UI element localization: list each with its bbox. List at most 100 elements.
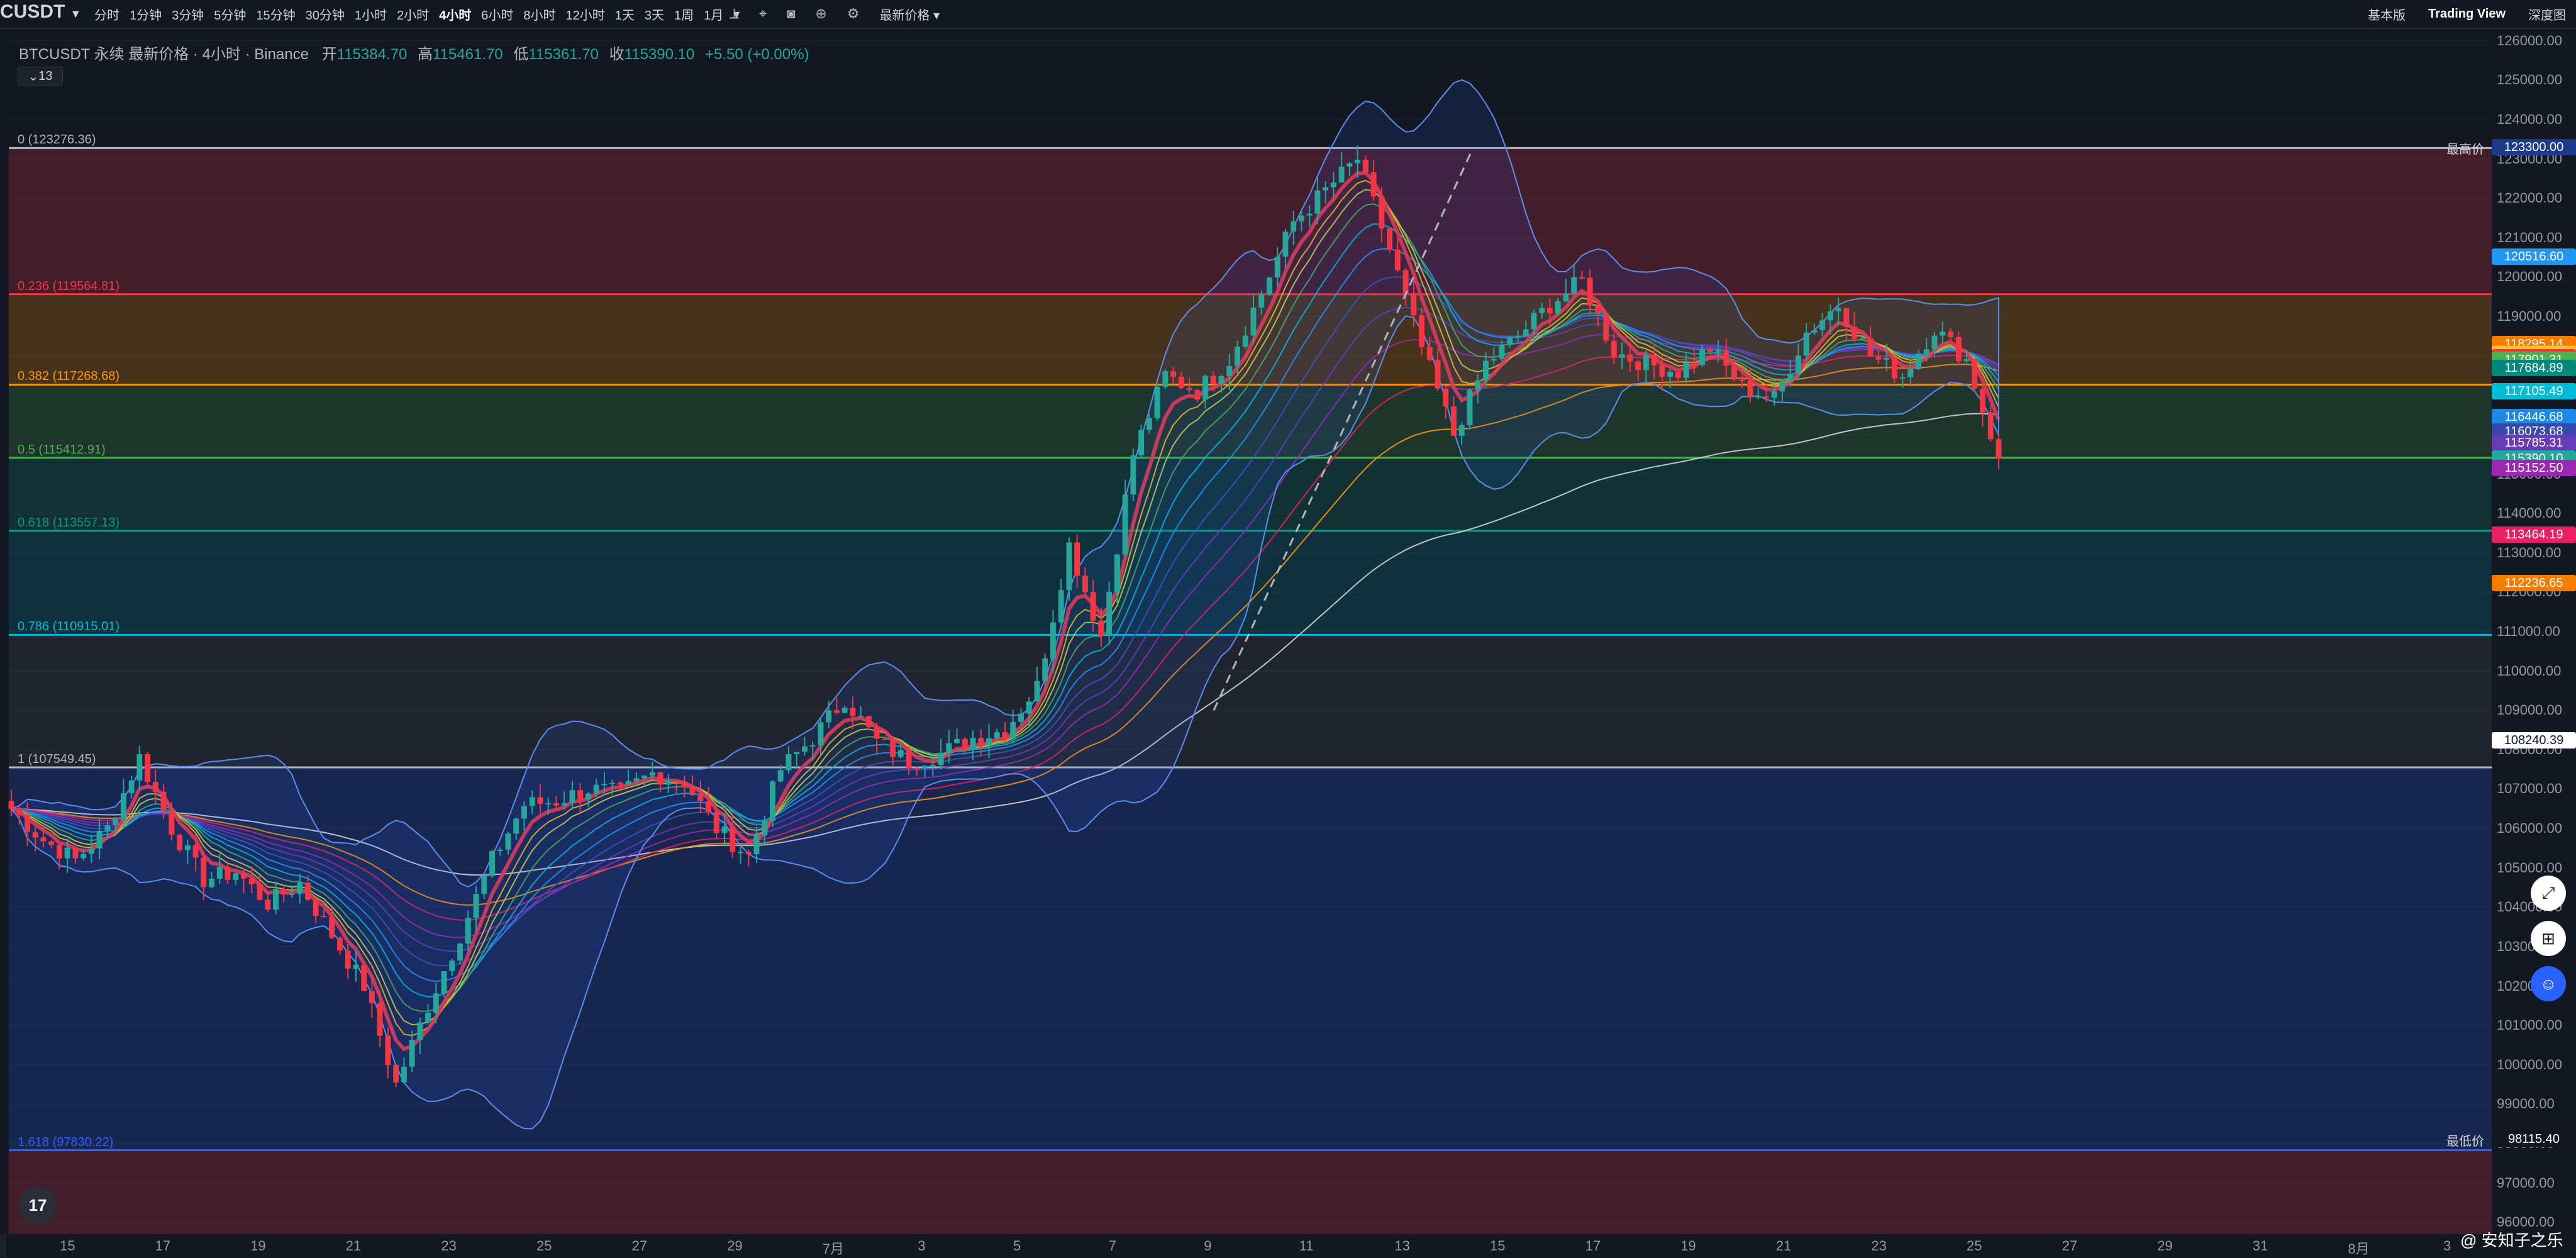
- interval-button[interactable]: 1月: [704, 5, 723, 23]
- chart-legend: BTCUSDT 永续 最新价格 · 4小时 · Binance 开115384.…: [19, 42, 809, 64]
- indicator-icon[interactable]: ⫡: [730, 6, 739, 22]
- price-axis-tick: 106000.00: [2497, 820, 2562, 837]
- interval-button[interactable]: 3分钟: [172, 5, 204, 23]
- candle-body: [489, 850, 495, 876]
- candle-body: [1940, 331, 1946, 336]
- camera-icon[interactable]: ◙: [787, 6, 795, 22]
- candlestick-chart[interactable]: [0, 0, 2576, 1257]
- interval-button[interactable]: 30分钟: [306, 5, 345, 23]
- candle-body: [152, 782, 158, 792]
- candle-body: [1426, 347, 1433, 360]
- interval-button[interactable]: 8小时: [523, 5, 555, 23]
- candle-body: [1074, 542, 1080, 576]
- candle-body: [1443, 388, 1449, 407]
- bot-icon[interactable]: ☺: [2531, 966, 2566, 1001]
- price-type-select[interactable]: 最新价格 ▾: [880, 5, 940, 23]
- candle-body: [1987, 412, 1994, 440]
- interval-button[interactable]: 4小时: [439, 5, 471, 23]
- time-axis-tick: 17: [155, 1238, 171, 1254]
- price-axis-tick: 110000.00: [2497, 662, 2562, 679]
- interval-button[interactable]: 5分钟: [214, 5, 246, 23]
- candle-body: [377, 1003, 383, 1036]
- candle-body: [1435, 360, 1441, 389]
- interval-button[interactable]: 1周: [674, 5, 694, 23]
- candle-body: [1338, 166, 1345, 183]
- candle-body: [1739, 379, 1745, 381]
- candle-body: [1803, 332, 1809, 356]
- time-axis-tick: 27: [2062, 1238, 2078, 1254]
- candle-body: [665, 781, 672, 785]
- price-axis-tick: 105000.00: [2497, 859, 2562, 876]
- candle-body: [914, 768, 920, 770]
- candle-body: [649, 772, 655, 776]
- candle-body: [1467, 389, 1473, 426]
- high-label: 高: [417, 46, 433, 63]
- candle-body: [145, 754, 151, 782]
- price-axis-tick: 111000.00: [2497, 623, 2560, 639]
- price-axis-label: 115785.31: [2492, 435, 2576, 452]
- price-axis-tick: 126000.00: [2497, 32, 2562, 48]
- grid-icon[interactable]: ⊞: [2531, 921, 2566, 956]
- price-axis-label: 123300.00: [2492, 138, 2576, 155]
- candle-body: [1186, 387, 1192, 391]
- interval-button[interactable]: 3天: [645, 5, 664, 23]
- price-axis-label: 115152.50: [2492, 459, 2576, 476]
- time-axis-tick: 15: [1490, 1238, 1506, 1254]
- candle-body: [753, 835, 760, 855]
- view-tab[interactable]: 基本版: [2368, 5, 2406, 23]
- candle-body: [104, 825, 111, 831]
- interval-button[interactable]: 1小时: [355, 5, 387, 23]
- time-axis-tick: 25: [1967, 1238, 1982, 1254]
- interval-button[interactable]: 2小时: [397, 5, 429, 23]
- interval-button[interactable]: 15分钟: [256, 5, 295, 23]
- fib-level-label: 0.618 (113557.13): [18, 515, 119, 530]
- candle-body: [585, 793, 591, 799]
- fib-level-label: 0 (123276.36): [18, 133, 96, 147]
- candle-body: [1002, 732, 1008, 739]
- close-value: 115390.10: [624, 46, 695, 63]
- chart-type-icon[interactable]: ⌖: [759, 6, 767, 22]
- candle-body: [1218, 376, 1224, 384]
- candle-body: [841, 708, 848, 713]
- candle-body: [706, 801, 712, 812]
- candle-body: [1475, 380, 1481, 390]
- view-tab[interactable]: 深度图: [2528, 5, 2566, 23]
- time-axis-tick: 21: [1775, 1238, 1792, 1254]
- price-axis-tick: 120000.00: [2497, 269, 2562, 285]
- candle-body: [505, 833, 511, 850]
- candle-body: [922, 765, 928, 769]
- fib-level-label: 0.382 (117268.68): [18, 369, 119, 384]
- ohlc-values: 开115384.70 高115461.70 低115361.70 收115390…: [322, 46, 809, 63]
- candle-body: [1194, 390, 1201, 400]
- candle-body: [1098, 620, 1104, 636]
- interval-button[interactable]: 12小时: [566, 5, 605, 23]
- interval-button[interactable]: 1天: [615, 5, 635, 23]
- candle-body: [369, 991, 375, 1003]
- plus-icon[interactable]: ⊕: [815, 6, 826, 22]
- price-axis-tick: 113000.00: [2497, 544, 2562, 560]
- gear-icon[interactable]: ⚙: [847, 6, 860, 22]
- interval-button[interactable]: 6小时: [481, 5, 513, 23]
- candle-body: [537, 797, 543, 804]
- interval-button[interactable]: 分时: [94, 5, 119, 23]
- tradingview-logo-text: 17: [28, 1195, 47, 1215]
- interval-button[interactable]: 1分钟: [130, 5, 162, 23]
- candle-body: [465, 918, 471, 944]
- candle-body: [1884, 357, 1890, 360]
- candle-body: [1170, 371, 1177, 377]
- fib-level-label: 1.618 (97830.22): [18, 1135, 114, 1149]
- candle-body: [72, 847, 79, 859]
- symbol-name: CUSDT: [0, 1, 65, 22]
- candle-body: [248, 878, 255, 884]
- candle-body: [1923, 349, 1929, 354]
- candle-body: [1587, 277, 1593, 306]
- candle-body: [970, 738, 976, 749]
- symbol-selector[interactable]: CUSDT ▼: [0, 1, 81, 23]
- candle-body: [994, 732, 1000, 738]
- expand-icon[interactable]: ⤢: [2531, 876, 2566, 911]
- indicator-collapse-button[interactable]: ⌄ 13: [18, 67, 63, 86]
- candle-body: [1811, 330, 1818, 333]
- view-tab[interactable]: Trading View: [2428, 7, 2506, 21]
- candle-body: [1891, 357, 1897, 379]
- price-axis-label: 108240.39: [2492, 732, 2576, 749]
